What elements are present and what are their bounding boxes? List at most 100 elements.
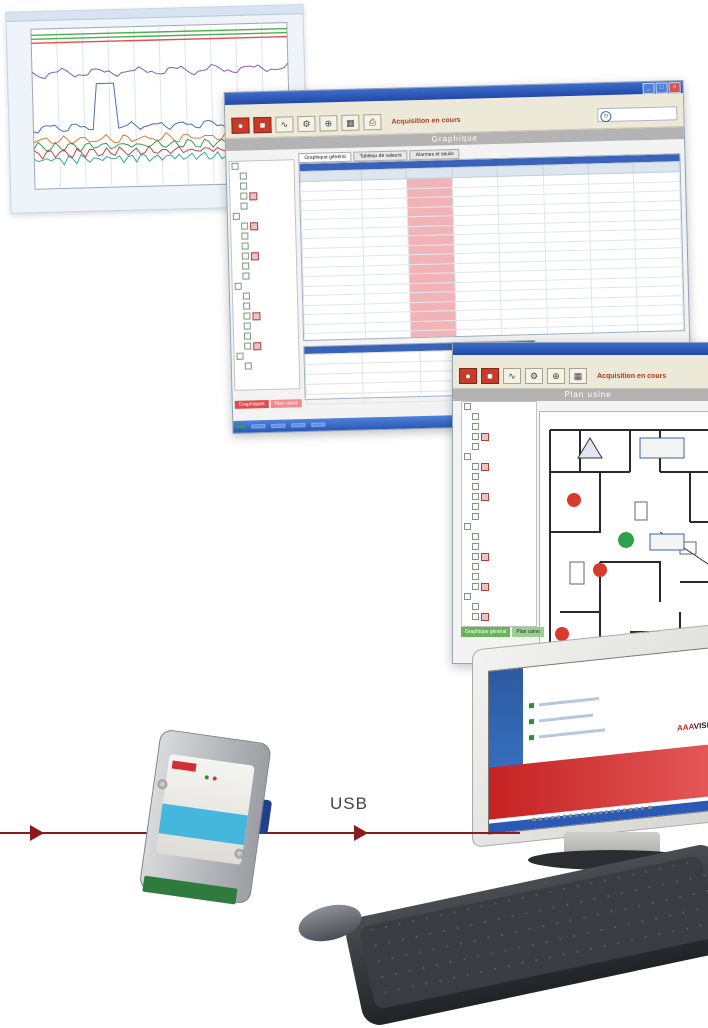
table-icon[interactable]: ▦ xyxy=(569,368,587,384)
checkbox[interactable] xyxy=(472,443,479,450)
table-cell xyxy=(501,327,547,338)
tree-item[interactable] xyxy=(462,422,536,432)
checkbox[interactable] xyxy=(472,433,479,440)
checkbox[interactable] xyxy=(472,543,479,550)
checkbox[interactable] xyxy=(240,173,247,180)
checkbox[interactable] xyxy=(242,273,249,280)
checkbox[interactable] xyxy=(243,293,250,300)
checkbox[interactable] xyxy=(241,233,248,240)
taskbar-item[interactable] xyxy=(291,423,305,427)
checkbox[interactable] xyxy=(243,313,250,320)
tree-item[interactable] xyxy=(462,502,536,512)
taskbar-item[interactable] xyxy=(271,424,285,428)
checkbox[interactable] xyxy=(236,353,243,360)
network-icon[interactable]: ⊕ xyxy=(319,115,337,131)
checkbox[interactable] xyxy=(242,253,249,260)
checkbox[interactable] xyxy=(472,413,479,420)
checkbox[interactable] xyxy=(472,563,479,570)
tree-item[interactable] xyxy=(462,532,536,542)
settings-icon[interactable]: ⚙ xyxy=(525,368,543,384)
table-cell xyxy=(593,334,639,341)
network-icon[interactable]: ⊕ xyxy=(547,368,565,384)
checkbox[interactable] xyxy=(242,243,249,250)
checkbox[interactable] xyxy=(241,203,248,210)
tree-item[interactable] xyxy=(462,552,536,562)
checkbox[interactable] xyxy=(242,263,249,270)
usb-label: USB xyxy=(330,794,368,814)
tree-item[interactable] xyxy=(462,462,536,472)
checkbox[interactable] xyxy=(231,163,238,170)
taskbar-item[interactable] xyxy=(251,424,265,428)
checkbox[interactable] xyxy=(241,223,248,230)
close-button[interactable]: × xyxy=(669,82,681,93)
checkbox[interactable] xyxy=(472,483,479,490)
clock-icon: ◷ xyxy=(600,111,611,122)
checkbox[interactable] xyxy=(244,323,251,330)
checkbox[interactable] xyxy=(233,213,240,220)
minimize-button[interactable]: _ xyxy=(643,83,655,94)
tree-item[interactable] xyxy=(462,602,536,612)
chart-icon[interactable]: ∿ xyxy=(275,116,293,132)
start-button[interactable] xyxy=(235,426,245,428)
checkbox[interactable] xyxy=(472,533,479,540)
table-icon[interactable]: ▦ xyxy=(341,115,359,131)
checkbox[interactable] xyxy=(464,453,471,460)
arrow-right-icon xyxy=(354,825,368,841)
tree-item[interactable] xyxy=(462,472,536,482)
tree-item[interactable] xyxy=(462,412,536,422)
checkbox[interactable] xyxy=(464,593,471,600)
checkbox[interactable] xyxy=(472,513,479,520)
tree-item[interactable] xyxy=(462,562,536,572)
stop-icon[interactable]: ■ xyxy=(253,117,271,133)
tree-item[interactable] xyxy=(462,572,536,582)
tree-item[interactable] xyxy=(462,592,536,602)
checkbox[interactable] xyxy=(244,333,251,340)
tree-item[interactable] xyxy=(462,512,536,522)
checkbox[interactable] xyxy=(245,363,252,370)
checkbox[interactable] xyxy=(472,423,479,430)
maximize-button[interactable]: □ xyxy=(656,82,668,93)
tree-item[interactable] xyxy=(462,612,536,622)
checkbox[interactable] xyxy=(472,463,479,470)
bottom-tabs: GraphiquesPlan usine xyxy=(235,399,302,409)
checkbox[interactable] xyxy=(472,583,479,590)
checkbox[interactable] xyxy=(472,553,479,560)
settings-icon[interactable]: ⚙ xyxy=(297,116,315,132)
checkbox[interactable] xyxy=(240,183,247,190)
checkbox[interactable] xyxy=(464,403,471,410)
checkbox[interactable] xyxy=(472,603,479,610)
checkbox[interactable] xyxy=(243,303,250,310)
taskbar-item[interactable] xyxy=(311,423,325,427)
checkbox[interactable] xyxy=(472,473,479,480)
checkbox[interactable] xyxy=(244,343,251,350)
checkbox[interactable] xyxy=(472,573,479,580)
checkbox[interactable] xyxy=(464,523,471,530)
tree-item[interactable] xyxy=(462,582,536,592)
tree-item[interactable] xyxy=(235,360,299,372)
checkbox[interactable] xyxy=(472,493,479,500)
tree-item[interactable] xyxy=(462,482,536,492)
tree-item[interactable] xyxy=(462,522,536,532)
bottom-tab-1[interactable]: Plan usine xyxy=(271,399,303,408)
tree-item[interactable] xyxy=(462,452,536,462)
record-icon[interactable]: ● xyxy=(459,368,477,384)
plan-sensor-tree xyxy=(461,401,537,627)
bottom-tab-0[interactable]: Graphiques xyxy=(235,400,269,409)
checkbox[interactable] xyxy=(472,613,479,620)
table-cell xyxy=(365,331,411,341)
checkbox[interactable] xyxy=(472,503,479,510)
table-cell xyxy=(411,330,457,341)
checkbox[interactable] xyxy=(235,283,242,290)
tree-item[interactable] xyxy=(462,432,536,442)
record-icon[interactable]: ● xyxy=(231,117,249,133)
checkbox[interactable] xyxy=(240,193,247,200)
tree-item[interactable] xyxy=(462,402,536,412)
table-cell xyxy=(411,339,457,341)
print-icon[interactable]: ⎙ xyxy=(363,114,381,130)
software-logo: AAAVISION xyxy=(677,719,708,733)
tree-item[interactable] xyxy=(462,492,536,502)
tree-item[interactable] xyxy=(462,442,536,452)
chart-icon[interactable]: ∿ xyxy=(503,368,521,384)
stop-icon[interactable]: ■ xyxy=(481,368,499,384)
tree-item[interactable] xyxy=(462,542,536,552)
